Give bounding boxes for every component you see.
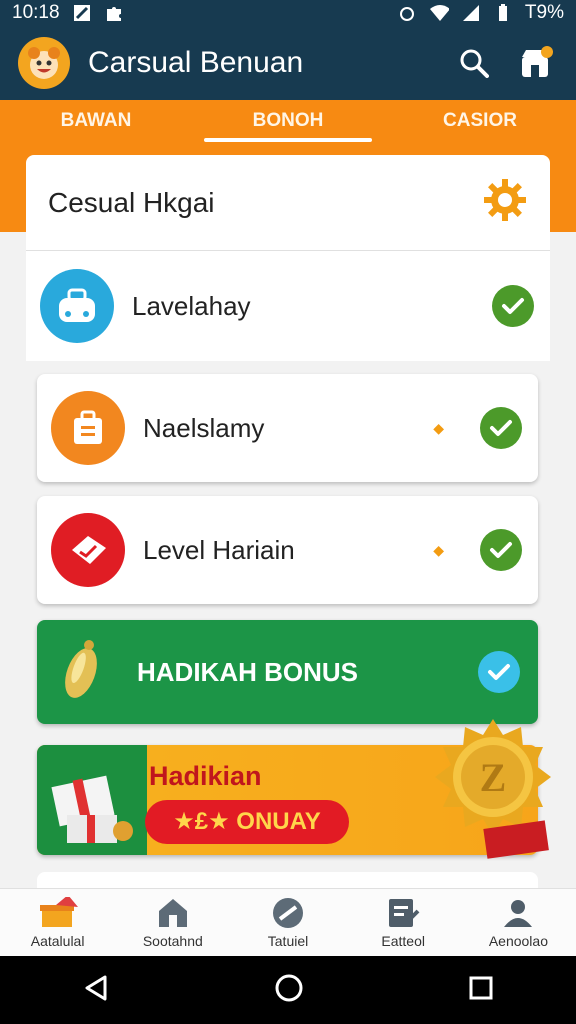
app-title: Carsual Benuan [88, 46, 304, 79]
status-bar: 10:18 T9% [0, 0, 576, 26]
profile-icon [504, 899, 533, 927]
battery-percent: T9% [524, 2, 564, 23]
list-item[interactable]: Level Hariain ◆ [37, 496, 538, 604]
bag-icon [40, 269, 114, 343]
nav-item-eatteol[interactable]: Eatteol [346, 889, 461, 956]
store-icon[interactable] [514, 41, 558, 85]
check-icon [492, 285, 534, 327]
home-icon [158, 898, 187, 927]
wifi-icon [429, 4, 449, 22]
nav-label: Aenoolao [488, 932, 548, 949]
bell-icon [55, 635, 107, 710]
nav-label: Eatteol [381, 932, 425, 949]
nav-item-sootahnd[interactable]: Sootahnd [115, 889, 230, 956]
list-item[interactable]: Lavelahay [26, 251, 550, 361]
section-title: Cesual Hkgai [48, 186, 215, 218]
diamond-icon: ◆ [433, 541, 444, 558]
ticket-icon [51, 513, 125, 587]
check-icon [480, 407, 522, 449]
bonus-card[interactable]: HADIKAH BONUS [37, 620, 538, 724]
app-bar: Carsual Benuan [0, 26, 576, 100]
item-label: Naelslamy [143, 412, 265, 443]
promo-banner[interactable]: Hadikian ★£★ ONUAY Z [37, 719, 551, 859]
puzzle-icon [104, 4, 124, 22]
nav-label: Aatalulal [30, 932, 85, 949]
tab-bawan[interactable]: BAWAN [0, 100, 192, 142]
tab-bar: BAWAN BONOH CASIOR [0, 100, 576, 142]
gold-medal-icon: Z [435, 719, 551, 859]
nav-label: Tatuiel [267, 932, 309, 949]
gift-icon [39, 896, 78, 927]
nav-item-aenoolao[interactable]: Aenoolao [461, 889, 576, 956]
notification-icon [72, 4, 92, 22]
nav-item-tatuiel[interactable]: Tatuiel [230, 889, 345, 956]
promo-gift-panel [37, 745, 147, 855]
nav-item-aatalulal[interactable]: Aatalulal [0, 889, 115, 956]
search-icon[interactable] [452, 41, 496, 85]
alarm-icon [397, 4, 417, 22]
signal-icon [461, 4, 481, 22]
back-icon[interactable] [81, 973, 111, 1008]
bonus-label: HADIKAH BONUS [137, 656, 358, 687]
status-time: 10:18 [12, 2, 60, 23]
battery-icon [493, 4, 513, 22]
recents-icon[interactable] [467, 974, 495, 1007]
tab-casior[interactable]: CASIOR [384, 100, 576, 142]
nav-label: Sootahnd [142, 932, 203, 949]
briefcase-icon [51, 391, 125, 465]
settings-gear-icon[interactable] [482, 177, 528, 228]
promo-title: Hadikian [149, 761, 262, 791]
item-label: Lavelahay [132, 290, 251, 321]
home-button-icon[interactable] [273, 972, 305, 1009]
check-icon [478, 651, 520, 693]
item-label: Level Hariain [143, 534, 295, 565]
gift-box-icon [51, 775, 133, 843]
check-icon [480, 529, 522, 571]
promo-pill: ★£★ ONUAY [145, 800, 349, 844]
app-logo-icon[interactable] [18, 37, 70, 89]
edit-icon [389, 898, 420, 927]
list-item[interactable]: Naelslamy ◆ [37, 374, 538, 482]
tab-bonoh[interactable]: BONOH [192, 100, 384, 142]
bottom-navigation: Aatalulal Sootahnd Tatuiel Eatteol Aenoo… [0, 888, 576, 956]
svg-text:Z: Z [480, 755, 507, 800]
section-header-card: Cesual Hkgai [26, 155, 550, 251]
system-navigation-bar [0, 956, 576, 1024]
compass-icon [273, 897, 303, 928]
diamond-icon: ◆ [433, 419, 444, 436]
